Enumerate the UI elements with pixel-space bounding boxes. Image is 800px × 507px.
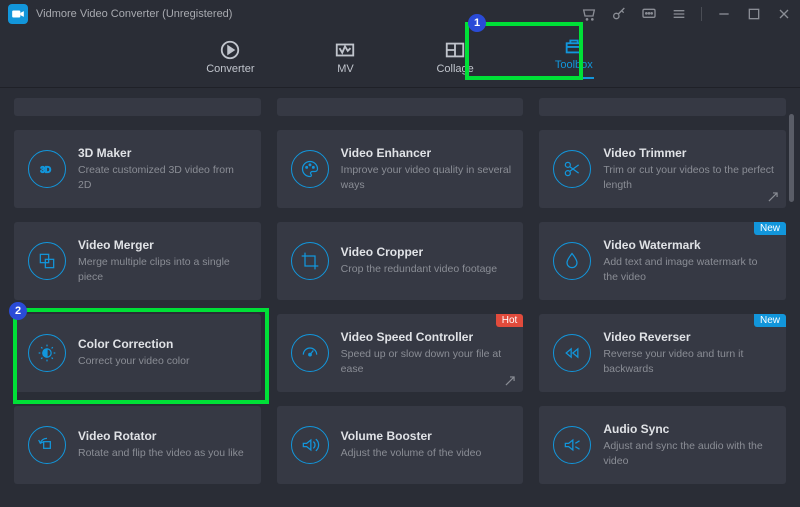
cart-icon[interactable]	[581, 6, 597, 22]
card-title: Video Merger	[78, 238, 249, 252]
titlebar: Vidmore Video Converter (Unregistered)	[0, 0, 800, 28]
card-color-correction[interactable]: Color Correction Correct your video colo…	[14, 314, 261, 392]
card-desc: Create customized 3D video from 2D	[78, 163, 249, 191]
card-stub[interactable]	[14, 98, 261, 116]
active-underline	[554, 77, 594, 79]
scissors-icon	[553, 150, 591, 188]
card-desc: Crop the redundant video footage	[341, 262, 512, 276]
merge-icon	[28, 242, 66, 280]
card-desc: Improve your video quality in several wa…	[341, 163, 512, 191]
card-title: Video Enhancer	[341, 146, 512, 160]
card-title: Video Cropper	[341, 245, 512, 259]
app-logo-icon	[8, 4, 28, 24]
3d-icon: 3D	[28, 150, 66, 188]
hot-tag: Hot	[496, 314, 524, 327]
tab-converter[interactable]: Converter	[196, 37, 264, 79]
volume-icon	[291, 426, 329, 464]
tab-label: Toolbox	[555, 59, 593, 71]
card-video-trimmer[interactable]: Video Trimmer Trim or cut your videos to…	[539, 130, 786, 208]
tab-collage[interactable]: Collage	[426, 37, 483, 79]
app-title: Vidmore Video Converter (Unregistered)	[36, 8, 232, 20]
main-navbar: Converter MV Collage Toolbox	[0, 28, 800, 88]
card-title: Video Trimmer	[603, 146, 774, 160]
annotation-badge-1: 1	[468, 14, 486, 32]
audio-sync-icon	[553, 426, 591, 464]
card-video-merger[interactable]: Video Merger Merge multiple clips into a…	[14, 222, 261, 300]
rotate-icon	[28, 426, 66, 464]
card-title: Video Reverser	[603, 330, 774, 344]
menu-icon[interactable]	[671, 6, 687, 22]
card-title: 3D Maker	[78, 146, 249, 160]
minimize-icon[interactable]	[716, 6, 732, 22]
scrollbar[interactable]	[789, 114, 794, 202]
tab-label: Collage	[436, 63, 473, 75]
maximize-icon[interactable]	[746, 6, 762, 22]
card-stub[interactable]	[539, 98, 786, 116]
card-title: Audio Sync	[603, 422, 774, 436]
gauge-icon	[291, 334, 329, 372]
brightness-icon	[28, 334, 66, 372]
card-video-enhancer[interactable]: Video Enhancer Improve your video qualit…	[277, 130, 524, 208]
card-desc: Adjust and sync the audio with the video	[603, 439, 774, 467]
tab-label: MV	[337, 63, 354, 75]
card-video-cropper[interactable]: Video Cropper Crop the redundant video f…	[277, 222, 524, 300]
card-video-watermark[interactable]: New Video Watermark Add text and image w…	[539, 222, 786, 300]
card-desc: Correct your video color	[78, 354, 249, 368]
card-desc: Add text and image watermark to the vide…	[603, 255, 774, 283]
card-volume-booster[interactable]: Volume Booster Adjust the volume of the …	[277, 406, 524, 484]
pin-icon	[503, 374, 517, 388]
card-title: Video Speed Controller	[341, 330, 512, 344]
card-desc: Reverse your video and turn it backwards	[603, 347, 774, 375]
card-title: Video Rotator	[78, 429, 249, 443]
feedback-icon[interactable]	[641, 6, 657, 22]
palette-icon	[291, 150, 329, 188]
collage-icon	[444, 41, 466, 59]
annotation-badge-2: 2	[9, 302, 27, 320]
tab-toolbox[interactable]: Toolbox	[544, 33, 604, 83]
card-3d-maker[interactable]: 3D 3D Maker Create customized 3D video f…	[14, 130, 261, 208]
droplet-icon	[553, 242, 591, 280]
card-title: Volume Booster	[341, 429, 512, 443]
toolbox-icon	[563, 37, 585, 55]
pin-icon	[766, 190, 780, 204]
card-video-rotator[interactable]: Video Rotator Rotate and flip the video …	[14, 406, 261, 484]
card-desc: Trim or cut your videos to the perfect l…	[603, 163, 774, 191]
card-desc: Speed up or slow down your file at ease	[341, 347, 512, 375]
card-audio-sync[interactable]: Audio Sync Adjust and sync the audio wit…	[539, 406, 786, 484]
divider	[701, 7, 702, 21]
svg-text:3D: 3D	[40, 164, 51, 174]
card-desc: Merge multiple clips into a single piece	[78, 255, 249, 283]
card-stub[interactable]	[277, 98, 524, 116]
mv-icon	[334, 41, 356, 59]
tab-mv[interactable]: MV	[324, 37, 366, 79]
card-video-speed[interactable]: Hot Video Speed Controller Speed up or s…	[277, 314, 524, 392]
crop-icon	[291, 242, 329, 280]
new-tag: New	[754, 222, 786, 235]
card-desc: Rotate and flip the video as you like	[78, 446, 249, 460]
card-title: Color Correction	[78, 337, 249, 351]
new-tag: New	[754, 314, 786, 327]
tab-label: Converter	[206, 63, 254, 75]
card-desc: Adjust the volume of the video	[341, 446, 512, 460]
key-icon[interactable]	[611, 6, 627, 22]
close-icon[interactable]	[776, 6, 792, 22]
rewind-icon	[553, 334, 591, 372]
card-video-reverser[interactable]: New Video Reverser Reverse your video an…	[539, 314, 786, 392]
card-title: Video Watermark	[603, 238, 774, 252]
converter-icon	[219, 41, 241, 59]
toolbox-content: 3D 3D Maker Create customized 3D video f…	[0, 88, 800, 507]
